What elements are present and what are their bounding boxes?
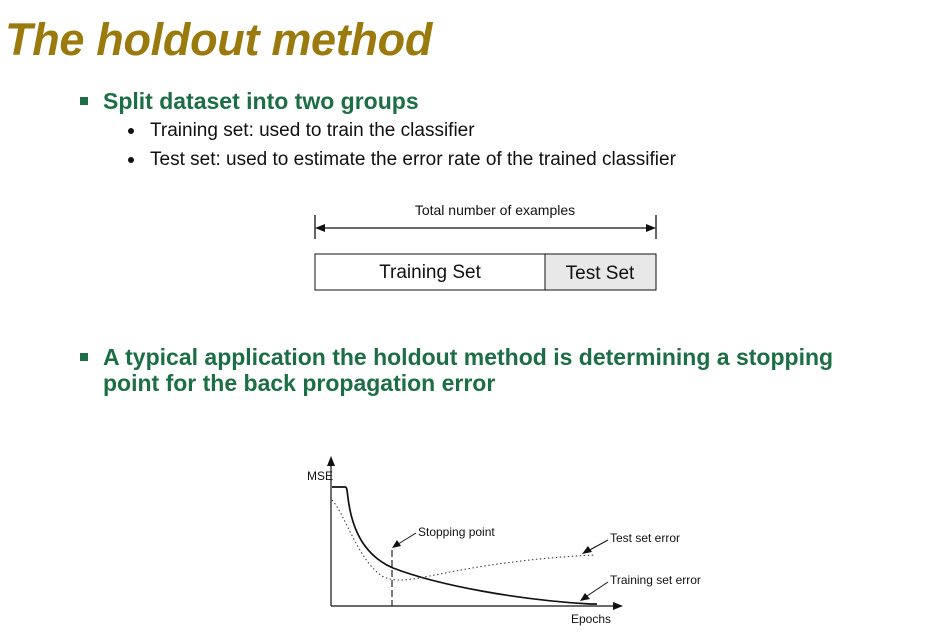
bullet-square-icon	[80, 353, 92, 365]
arrow-right-icon	[646, 224, 656, 232]
test-set-label: Test Set	[566, 263, 635, 284]
total-examples-label: Total number of examples	[415, 202, 575, 218]
slide-title: The holdout method	[5, 14, 433, 65]
y-axis-label: MSE	[307, 469, 333, 483]
stopping-point-arrow-icon	[392, 540, 401, 548]
bullet-typical-application-line1: A typical application the holdout method…	[103, 344, 834, 370]
bullet-split-dataset: Split dataset into two groups	[103, 88, 419, 114]
training-set-label: Training Set	[379, 262, 481, 283]
training-error-arrow-icon	[580, 593, 590, 601]
x-axis-label: Epochs	[571, 612, 611, 626]
test-error-label: Test set error	[610, 531, 680, 545]
training-error-curve	[332, 486, 597, 605]
test-error-arrow-icon	[582, 546, 592, 554]
bullet-square-icon	[80, 97, 92, 109]
stopping-point-label: Stopping point	[418, 525, 495, 539]
y-axis-arrow-icon	[327, 456, 335, 466]
test-error-curve	[331, 499, 596, 581]
x-axis-arrow-icon	[613, 602, 623, 610]
bullet-dot-icon	[128, 128, 134, 134]
training-error-label: Training set error	[610, 573, 701, 587]
split-diagram: Total number of examples Training Set Te…	[314, 202, 657, 291]
subbullet-training-set: Training set: used to train the classifi…	[150, 120, 475, 141]
training-error-leader	[583, 581, 609, 599]
error-chart: MSE Epochs Stopping point Test set error…	[307, 456, 701, 626]
bullet-dot-icon	[128, 157, 134, 163]
bullet-typical-application-line2: point for the back propagation error	[103, 370, 496, 396]
subbullet-test-set: Test set: used to estimate the error rat…	[150, 149, 676, 170]
arrow-left-icon	[315, 224, 325, 232]
